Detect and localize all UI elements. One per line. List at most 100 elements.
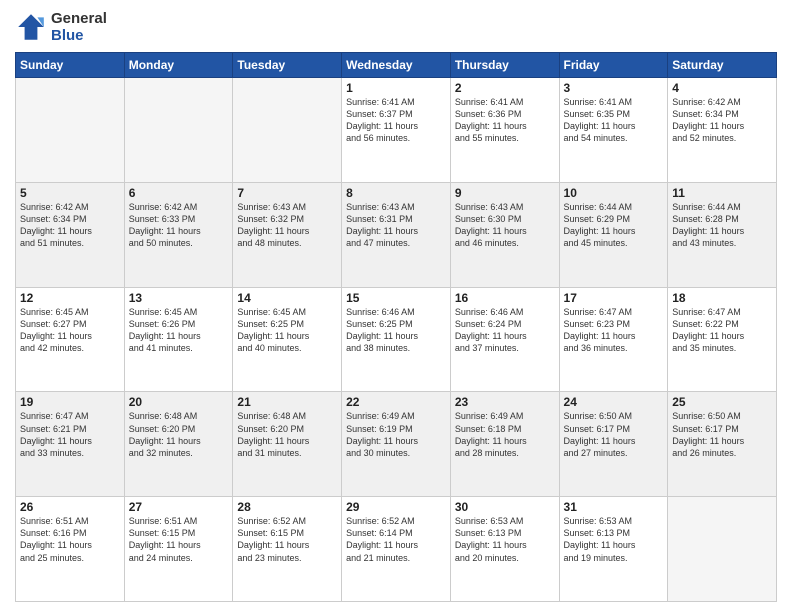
day-number: 15 <box>346 291 446 305</box>
weekday-header-row: SundayMondayTuesdayWednesdayThursdayFrid… <box>16 53 777 78</box>
weekday-header-sunday: Sunday <box>16 53 125 78</box>
day-number: 24 <box>564 395 664 409</box>
day-number: 21 <box>237 395 337 409</box>
day-cell <box>16 78 125 183</box>
day-info: Sunrise: 6:50 AM Sunset: 6:17 PM Dayligh… <box>672 410 772 459</box>
day-number: 16 <box>455 291 555 305</box>
header: General Blue <box>15 10 777 44</box>
week-row-1: 1Sunrise: 6:41 AM Sunset: 6:37 PM Daylig… <box>16 78 777 183</box>
day-cell: 21Sunrise: 6:48 AM Sunset: 6:20 PM Dayli… <box>233 392 342 497</box>
day-cell: 28Sunrise: 6:52 AM Sunset: 6:15 PM Dayli… <box>233 497 342 602</box>
day-info: Sunrise: 6:42 AM Sunset: 6:33 PM Dayligh… <box>129 201 229 250</box>
day-cell: 27Sunrise: 6:51 AM Sunset: 6:15 PM Dayli… <box>124 497 233 602</box>
logo-text: General Blue <box>51 10 107 44</box>
day-number: 11 <box>672 186 772 200</box>
day-info: Sunrise: 6:45 AM Sunset: 6:27 PM Dayligh… <box>20 306 120 355</box>
logo-icon <box>15 11 47 43</box>
day-info: Sunrise: 6:48 AM Sunset: 6:20 PM Dayligh… <box>237 410 337 459</box>
day-cell: 10Sunrise: 6:44 AM Sunset: 6:29 PM Dayli… <box>559 182 668 287</box>
day-info: Sunrise: 6:44 AM Sunset: 6:29 PM Dayligh… <box>564 201 664 250</box>
day-cell: 7Sunrise: 6:43 AM Sunset: 6:32 PM Daylig… <box>233 182 342 287</box>
day-cell: 15Sunrise: 6:46 AM Sunset: 6:25 PM Dayli… <box>342 287 451 392</box>
day-info: Sunrise: 6:44 AM Sunset: 6:28 PM Dayligh… <box>672 201 772 250</box>
day-cell: 2Sunrise: 6:41 AM Sunset: 6:36 PM Daylig… <box>450 78 559 183</box>
day-cell: 1Sunrise: 6:41 AM Sunset: 6:37 PM Daylig… <box>342 78 451 183</box>
day-info: Sunrise: 6:47 AM Sunset: 6:21 PM Dayligh… <box>20 410 120 459</box>
day-number: 6 <box>129 186 229 200</box>
day-info: Sunrise: 6:52 AM Sunset: 6:15 PM Dayligh… <box>237 515 337 564</box>
day-cell: 24Sunrise: 6:50 AM Sunset: 6:17 PM Dayli… <box>559 392 668 497</box>
day-number: 30 <box>455 500 555 514</box>
week-row-3: 12Sunrise: 6:45 AM Sunset: 6:27 PM Dayli… <box>16 287 777 392</box>
day-number: 17 <box>564 291 664 305</box>
day-cell: 22Sunrise: 6:49 AM Sunset: 6:19 PM Dayli… <box>342 392 451 497</box>
day-info: Sunrise: 6:41 AM Sunset: 6:35 PM Dayligh… <box>564 96 664 145</box>
weekday-header-monday: Monday <box>124 53 233 78</box>
day-cell: 5Sunrise: 6:42 AM Sunset: 6:34 PM Daylig… <box>16 182 125 287</box>
day-info: Sunrise: 6:41 AM Sunset: 6:37 PM Dayligh… <box>346 96 446 145</box>
day-number: 22 <box>346 395 446 409</box>
day-number: 18 <box>672 291 772 305</box>
weekday-header-friday: Friday <box>559 53 668 78</box>
day-number: 26 <box>20 500 120 514</box>
day-info: Sunrise: 6:42 AM Sunset: 6:34 PM Dayligh… <box>672 96 772 145</box>
day-info: Sunrise: 6:51 AM Sunset: 6:15 PM Dayligh… <box>129 515 229 564</box>
day-number: 14 <box>237 291 337 305</box>
day-cell: 6Sunrise: 6:42 AM Sunset: 6:33 PM Daylig… <box>124 182 233 287</box>
day-cell: 31Sunrise: 6:53 AM Sunset: 6:13 PM Dayli… <box>559 497 668 602</box>
day-info: Sunrise: 6:48 AM Sunset: 6:20 PM Dayligh… <box>129 410 229 459</box>
day-cell: 25Sunrise: 6:50 AM Sunset: 6:17 PM Dayli… <box>668 392 777 497</box>
day-cell: 11Sunrise: 6:44 AM Sunset: 6:28 PM Dayli… <box>668 182 777 287</box>
weekday-header-thursday: Thursday <box>450 53 559 78</box>
day-number: 25 <box>672 395 772 409</box>
day-number: 7 <box>237 186 337 200</box>
day-cell: 23Sunrise: 6:49 AM Sunset: 6:18 PM Dayli… <box>450 392 559 497</box>
day-info: Sunrise: 6:42 AM Sunset: 6:34 PM Dayligh… <box>20 201 120 250</box>
day-info: Sunrise: 6:53 AM Sunset: 6:13 PM Dayligh… <box>455 515 555 564</box>
day-info: Sunrise: 6:43 AM Sunset: 6:30 PM Dayligh… <box>455 201 555 250</box>
day-cell <box>668 497 777 602</box>
day-number: 2 <box>455 81 555 95</box>
day-cell: 29Sunrise: 6:52 AM Sunset: 6:14 PM Dayli… <box>342 497 451 602</box>
weekday-header-wednesday: Wednesday <box>342 53 451 78</box>
page: General Blue SundayMondayTuesdayWednesda… <box>0 0 792 612</box>
day-number: 20 <box>129 395 229 409</box>
logo: General Blue <box>15 10 107 44</box>
day-number: 9 <box>455 186 555 200</box>
day-number: 3 <box>564 81 664 95</box>
day-info: Sunrise: 6:49 AM Sunset: 6:19 PM Dayligh… <box>346 410 446 459</box>
day-number: 4 <box>672 81 772 95</box>
day-number: 31 <box>564 500 664 514</box>
day-number: 19 <box>20 395 120 409</box>
day-cell: 3Sunrise: 6:41 AM Sunset: 6:35 PM Daylig… <box>559 78 668 183</box>
day-number: 13 <box>129 291 229 305</box>
day-cell <box>124 78 233 183</box>
week-row-5: 26Sunrise: 6:51 AM Sunset: 6:16 PM Dayli… <box>16 497 777 602</box>
day-info: Sunrise: 6:47 AM Sunset: 6:23 PM Dayligh… <box>564 306 664 355</box>
day-cell: 26Sunrise: 6:51 AM Sunset: 6:16 PM Dayli… <box>16 497 125 602</box>
day-info: Sunrise: 6:49 AM Sunset: 6:18 PM Dayligh… <box>455 410 555 459</box>
day-cell: 20Sunrise: 6:48 AM Sunset: 6:20 PM Dayli… <box>124 392 233 497</box>
day-number: 1 <box>346 81 446 95</box>
day-info: Sunrise: 6:51 AM Sunset: 6:16 PM Dayligh… <box>20 515 120 564</box>
day-info: Sunrise: 6:45 AM Sunset: 6:25 PM Dayligh… <box>237 306 337 355</box>
day-info: Sunrise: 6:45 AM Sunset: 6:26 PM Dayligh… <box>129 306 229 355</box>
day-cell: 9Sunrise: 6:43 AM Sunset: 6:30 PM Daylig… <box>450 182 559 287</box>
day-info: Sunrise: 6:53 AM Sunset: 6:13 PM Dayligh… <box>564 515 664 564</box>
day-info: Sunrise: 6:46 AM Sunset: 6:24 PM Dayligh… <box>455 306 555 355</box>
day-cell: 4Sunrise: 6:42 AM Sunset: 6:34 PM Daylig… <box>668 78 777 183</box>
day-info: Sunrise: 6:43 AM Sunset: 6:32 PM Dayligh… <box>237 201 337 250</box>
day-number: 28 <box>237 500 337 514</box>
day-cell: 17Sunrise: 6:47 AM Sunset: 6:23 PM Dayli… <box>559 287 668 392</box>
day-info: Sunrise: 6:52 AM Sunset: 6:14 PM Dayligh… <box>346 515 446 564</box>
day-number: 5 <box>20 186 120 200</box>
day-cell: 19Sunrise: 6:47 AM Sunset: 6:21 PM Dayli… <box>16 392 125 497</box>
day-number: 23 <box>455 395 555 409</box>
day-cell: 14Sunrise: 6:45 AM Sunset: 6:25 PM Dayli… <box>233 287 342 392</box>
day-number: 8 <box>346 186 446 200</box>
day-number: 10 <box>564 186 664 200</box>
day-cell <box>233 78 342 183</box>
week-row-4: 19Sunrise: 6:47 AM Sunset: 6:21 PM Dayli… <box>16 392 777 497</box>
day-number: 12 <box>20 291 120 305</box>
weekday-header-saturday: Saturday <box>668 53 777 78</box>
